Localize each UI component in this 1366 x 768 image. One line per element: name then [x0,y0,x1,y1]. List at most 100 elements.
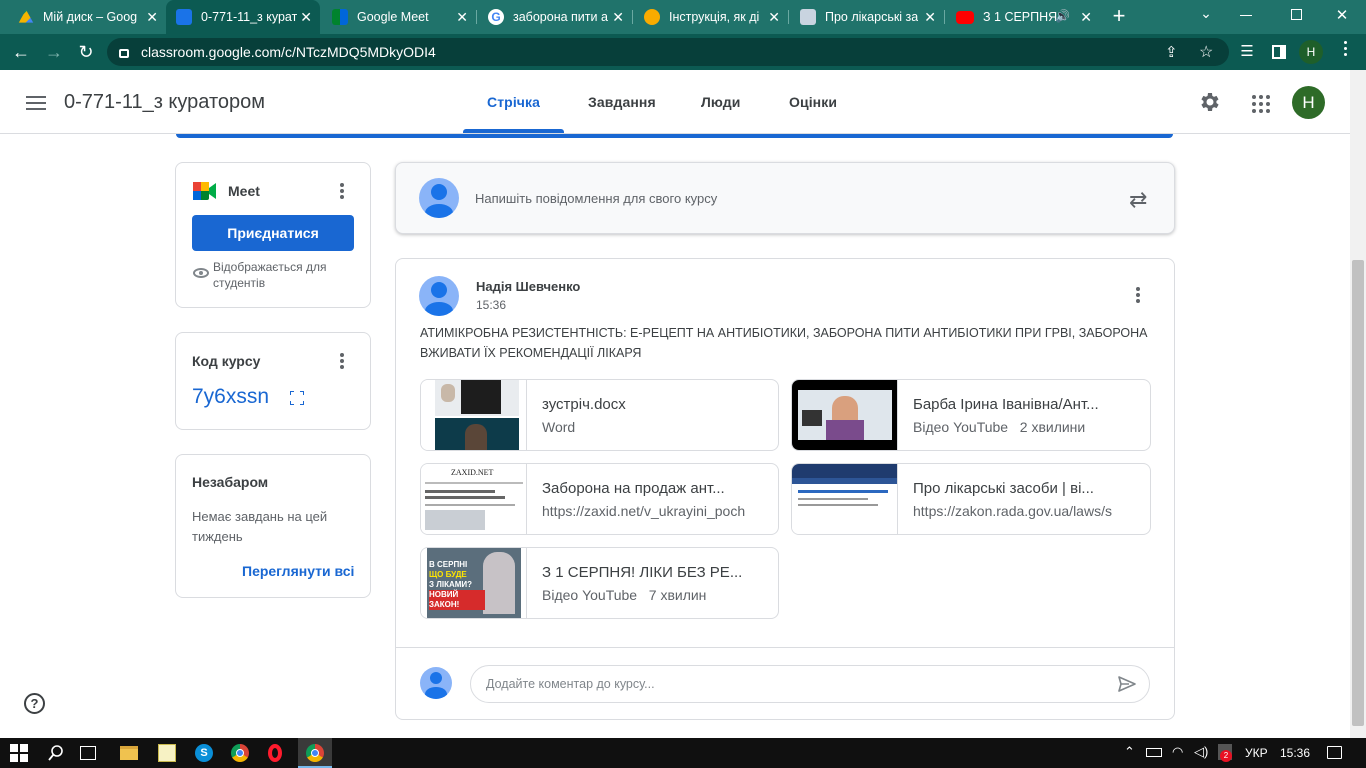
battery-icon[interactable] [1146,748,1162,757]
google-drive-icon [18,9,34,23]
page-scrollbar[interactable] [1350,70,1366,738]
help-icon[interactable]: ? [24,693,45,714]
browser-tab-drive[interactable]: Мій диск – Goog ✕ [8,0,166,34]
browser-tab-google-search[interactable]: G заборона пити а ✕ [478,0,632,34]
send-icon[interactable] [1117,674,1137,694]
settings-gear-icon[interactable] [1197,90,1221,114]
tray-chevron-icon[interactable]: ⌃ [1124,744,1135,760]
eye-icon [193,268,209,278]
attachment-link-rada[interactable]: Про лікарські засоби | ві... https://zak… [791,463,1151,535]
thumb-caption-4: НОВИЙ ЗАКОН! [429,590,485,610]
tab-classwork[interactable]: Завдання [588,94,656,110]
chrome-icon[interactable] [231,744,249,762]
search-icon[interactable] [47,744,65,762]
upcoming-title: Незабаром [192,474,269,490]
stream-post: Надія Шевченко 15:36 АТИМІКРОБНА РЕЗИСТЕ… [395,258,1175,720]
tab-title: Інструкція, як ді [669,10,760,24]
meet-title: Meet [228,183,260,199]
repost-icon[interactable]: ⇄ [1129,187,1147,213]
bookmark-star-icon[interactable]: ☆ [1199,42,1213,62]
attachment-youtube-barba[interactable]: Барба Ірина Іванівна/Ант... Відео YouTub… [791,379,1151,451]
close-window-button[interactable]: ✕ [1334,6,1350,24]
course-code-value[interactable]: 7y6xssn [192,385,269,409]
lock-icon[interactable] [119,49,129,58]
view-all-link[interactable]: Переглянути всі [242,563,354,579]
browser-menu-icon[interactable] [1344,41,1348,56]
thumb-caption-2: ЩО БУДЕ [429,570,467,579]
comment-input[interactable]: Додайте коментар до курсу... [470,665,1150,703]
join-meet-button[interactable]: Приєднатися [192,215,354,251]
apps-grid-icon[interactable] [1252,95,1270,113]
browser-profile-avatar[interactable]: H [1299,40,1323,64]
scrollbar-thumb[interactable] [1352,260,1364,726]
audio-playing-icon[interactable]: 🔊 [1055,9,1070,23]
tab-title: Мій диск – Goog [43,10,138,24]
attachment-docx[interactable]: зустріч.docx Word [420,379,779,451]
attachment-title: Про лікарські засоби | ві... [913,480,1094,497]
minimize-window-button[interactable] [1240,15,1252,16]
wifi-icon[interactable]: ◠ [1172,744,1183,760]
composer-placeholder[interactable]: Напишіть повідомлення для свого курсу [475,191,717,206]
action-center-icon[interactable] [1327,746,1342,759]
opera-icon[interactable] [268,744,282,762]
browser-tab-classroom[interactable]: 0-771-11_з курат ✕ [166,0,320,34]
course-title[interactable]: 0-771-11_з куратором [64,91,265,114]
close-tab-icon[interactable]: ✕ [456,9,468,25]
tab-title: З 1 СЕРПНЯ! [983,10,1057,24]
task-view-icon[interactable] [80,746,96,760]
announcement-composer[interactable]: Напишіть повідомлення для свого курсу ⇄ [395,162,1175,234]
browser-tab-rada[interactable]: Про лікарські за ✕ [790,0,944,34]
close-tab-icon[interactable]: ✕ [146,9,158,25]
account-avatar[interactable]: Н [1292,86,1325,119]
google-meet-icon [193,182,217,200]
media-controls-icon[interactable]: ☰ [1236,42,1258,62]
windows-start-icon[interactable] [10,744,28,762]
browser-tab-meet[interactable]: Google Meet ✕ [322,0,476,34]
attachment-link-zaxid[interactable]: ZAXID.NET Заборона на продаж ант... http… [420,463,779,535]
notes-app-icon[interactable] [158,744,176,762]
tab-search-icon[interactable]: ⌄ [1196,5,1216,22]
attachment-thumbnail [421,380,527,450]
restore-window-button[interactable] [1291,9,1302,20]
course-code-more-icon[interactable] [340,353,344,371]
browser-tab-youtube[interactable]: З 1 СЕРПНЯ! 🔊 ✕ [946,0,1100,34]
close-tab-icon[interactable]: ✕ [612,9,624,25]
tab-stream[interactable]: Стрічка [487,94,540,110]
meet-visibility-note: Відображається для студентів [213,260,327,290]
share-icon[interactable]: ⇪ [1165,43,1178,61]
skype-icon[interactable]: S [195,744,213,762]
close-tab-icon[interactable]: ✕ [924,9,936,25]
side-panel-icon[interactable] [1272,45,1286,59]
zaxid-logo: ZAXID.NET [451,468,494,477]
forward-icon[interactable]: → [43,42,65,62]
site-favicon-icon [644,9,660,25]
fullscreen-icon[interactable] [289,390,305,406]
attachment-youtube-serpnia[interactable]: В СЕРПНІ ЩО БУДЕ З ЛІКАМИ? НОВИЙ ЗАКОН! … [420,547,779,619]
attachment-subtitle: Word [542,419,576,435]
system-clock[interactable]: 15:36 [1280,746,1310,760]
browser-tab-instruction[interactable]: Інструкція, як ді ✕ [634,0,788,34]
back-icon[interactable]: ← [10,42,32,62]
main-menu-icon[interactable] [26,96,46,110]
chrome-active-icon[interactable] [306,744,324,762]
tab-grades[interactable]: Оцінки [789,94,837,110]
address-bar[interactable]: classroom.google.com/c/NTczMDQ5MDkyODI4 … [107,38,1229,66]
language-indicator[interactable]: УКР [1245,746,1268,760]
post-more-icon[interactable] [1136,287,1140,305]
classroom-icon [176,9,192,25]
meet-more-icon[interactable] [340,183,344,201]
new-tab-button[interactable]: + [1108,5,1130,27]
reload-icon[interactable]: ↻ [75,42,97,62]
user-avatar [419,178,459,218]
notification-badge: 2 [1220,750,1232,762]
attachment-subtitle: Відео YouTube 7 хвилин [542,587,707,603]
windows-taskbar: S ⌃ ◠ ◁) 2 УКР 15:36 [0,738,1366,768]
file-explorer-icon[interactable] [120,746,138,760]
close-tab-icon[interactable]: ✕ [768,9,780,25]
close-tab-icon[interactable]: ✕ [300,9,312,25]
notification-app-icon[interactable]: 2 [1218,744,1232,762]
volume-icon[interactable]: ◁) [1194,744,1208,760]
tab-people[interactable]: Люди [701,94,741,110]
commenter-avatar [420,667,452,699]
close-tab-icon[interactable]: ✕ [1080,9,1092,25]
